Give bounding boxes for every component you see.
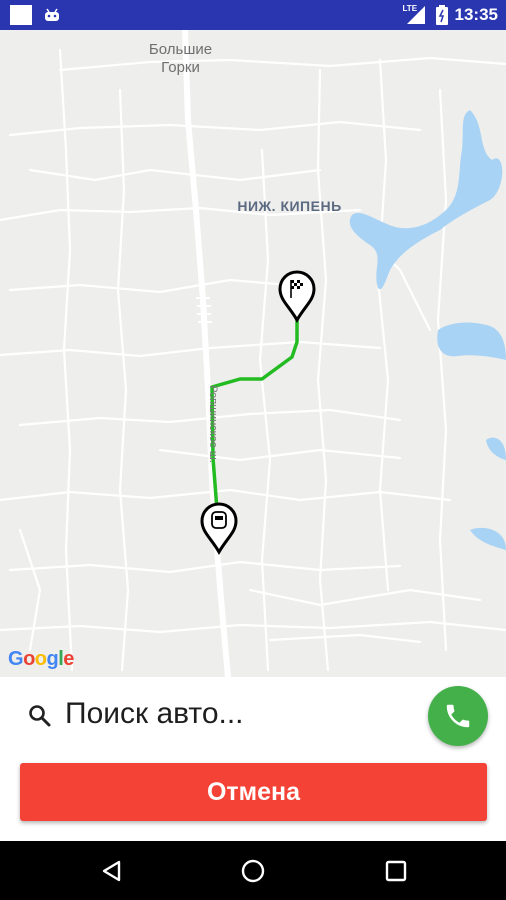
navigation-bar bbox=[0, 841, 506, 900]
signal-icon: LTE bbox=[403, 4, 429, 26]
map-place-label: Большие Горки bbox=[148, 41, 213, 76]
car-origin-marker[interactable] bbox=[200, 502, 238, 556]
phone-icon bbox=[446, 704, 470, 728]
map-area-label: НИЖ. КИПЕНЬ bbox=[237, 198, 342, 214]
search-icon bbox=[29, 705, 51, 727]
google-logo: Google bbox=[8, 648, 74, 671]
network-type-label: LTE bbox=[402, 4, 418, 13]
android-icon bbox=[45, 8, 59, 21]
status-bar: LTE 13:35 bbox=[0, 0, 506, 30]
map-view[interactable]: Большие Горки НИЖ. КИПЕНЬ Ропшинское ш. … bbox=[0, 30, 506, 677]
google-logo-letter: o bbox=[23, 648, 35, 670]
search-status-text: Поиск авто... bbox=[65, 697, 244, 730]
google-logo-letter: g bbox=[46, 648, 59, 670]
battery-icon bbox=[435, 5, 448, 25]
back-button[interactable] bbox=[82, 841, 142, 900]
back-icon bbox=[102, 860, 121, 881]
google-logo-letter: o bbox=[34, 648, 47, 670]
map-canvas bbox=[0, 30, 506, 677]
cancel-button[interactable]: Отмена bbox=[20, 763, 487, 821]
home-button[interactable] bbox=[223, 841, 283, 900]
recents-button[interactable] bbox=[366, 841, 426, 900]
road-name-label: Ропшинское ш. bbox=[207, 385, 219, 463]
home-icon bbox=[241, 859, 265, 882]
bottom-panel: Поиск авто... Отмена bbox=[0, 677, 506, 841]
recents-icon bbox=[385, 860, 407, 881]
notification-square-icon bbox=[10, 5, 32, 25]
google-logo-letter: G bbox=[8, 648, 24, 670]
search-status-row: Поиск авто... bbox=[0, 677, 506, 759]
google-logo-letter: e bbox=[63, 648, 74, 670]
clock: 13:35 bbox=[454, 5, 498, 24]
call-driver-button[interactable] bbox=[428, 686, 488, 746]
destination-flag-marker[interactable] bbox=[278, 270, 316, 324]
